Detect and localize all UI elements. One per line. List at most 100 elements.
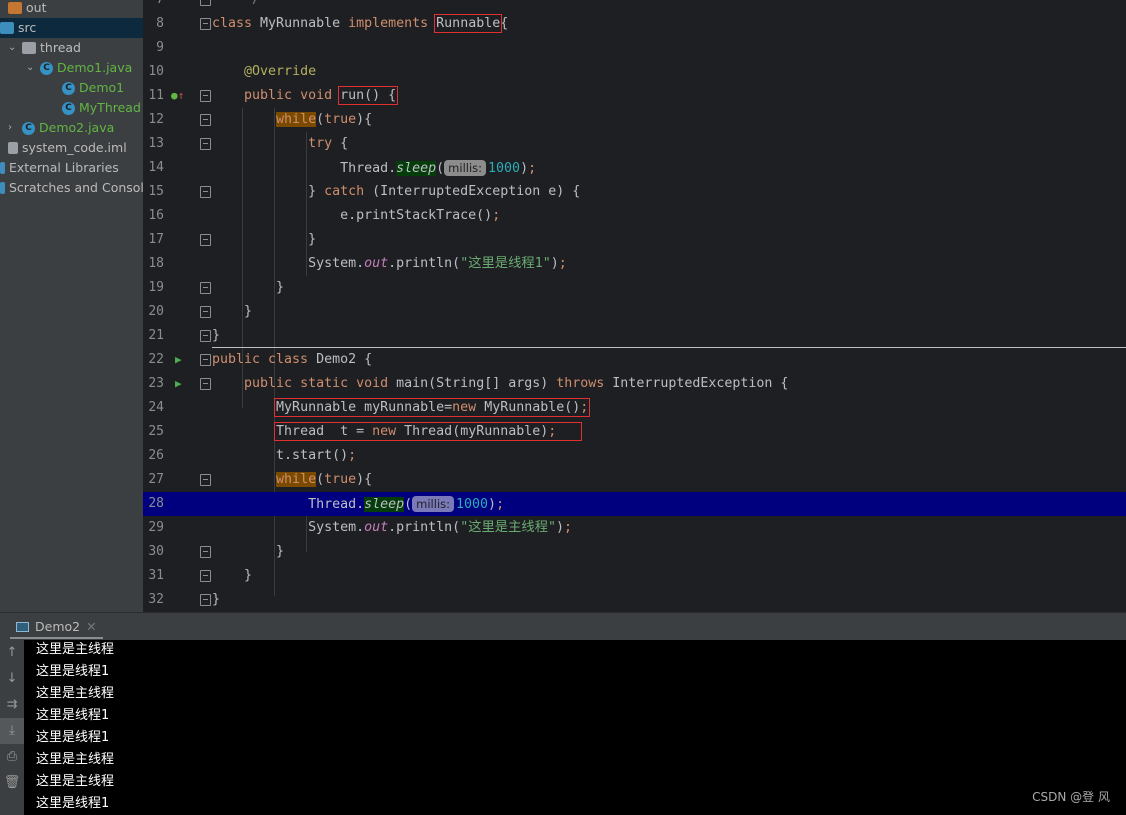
code-line[interactable]: 12 while(true){ bbox=[143, 108, 1126, 132]
up-arrow-icon[interactable]: ↑ bbox=[0, 640, 24, 666]
tree-item-label: Demo2.java bbox=[39, 120, 115, 135]
code-token: Demo2 { bbox=[316, 352, 373, 367]
code-text: class MyRunnable implements Runnable{ bbox=[212, 12, 508, 36]
code-line[interactable]: 16 e.printStackTrace(); bbox=[143, 204, 1126, 228]
code-token: new bbox=[372, 424, 405, 439]
code-editor[interactable]: 7 */ 8 class MyRunnable implements Runnabl… bbox=[143, 0, 1126, 612]
implements-method-icon[interactable]: ●↑ bbox=[171, 84, 184, 108]
fold-marker-icon[interactable] bbox=[200, 474, 211, 486]
chevron-down-icon[interactable]: ⌄ bbox=[26, 58, 40, 78]
code-token: } bbox=[212, 184, 325, 199]
line-number: 21 bbox=[148, 328, 164, 343]
fold-marker-icon[interactable] bbox=[200, 594, 211, 606]
code-line[interactable]: 8 class MyRunnable implements Runnable{ bbox=[143, 12, 1126, 36]
console-line: 这里是主线程 bbox=[36, 642, 115, 657]
code-line[interactable]: 13 try { bbox=[143, 132, 1126, 156]
fold-marker-icon[interactable] bbox=[200, 186, 211, 198]
code-token: ; bbox=[348, 448, 357, 463]
code-token: */ bbox=[212, 0, 260, 7]
tree-item[interactable]: Scratches and Consoles bbox=[0, 178, 143, 198]
close-icon[interactable]: ✕ bbox=[86, 616, 96, 638]
code-token: public static void bbox=[244, 376, 397, 391]
code-line[interactable]: 18 System.out.println("这里是线程1"); bbox=[143, 252, 1126, 276]
code-line[interactable]: 7 */ bbox=[143, 0, 1126, 12]
java-class-icon: C bbox=[40, 61, 53, 75]
tree-item-label: src bbox=[18, 20, 37, 35]
fold-marker-icon[interactable] bbox=[200, 306, 211, 318]
iml-file-icon bbox=[8, 142, 18, 154]
code-line[interactable]: 27 while(true){ bbox=[143, 468, 1126, 492]
code-line[interactable]: 20 } bbox=[143, 300, 1126, 324]
tree-item[interactable]: src bbox=[0, 18, 143, 38]
code-token: t.start() bbox=[212, 448, 349, 463]
chevron-down-icon[interactable]: ⌄ bbox=[8, 38, 22, 58]
fold-marker-icon[interactable] bbox=[200, 114, 211, 126]
tab-label: Demo2 bbox=[35, 619, 81, 634]
console-output[interactable]: 这里是主线程 这里是线程1 这里是主线程 这里是线程1 这里是线程1 这里是主线程 这里是主… bbox=[24, 640, 1126, 815]
fold-marker-icon[interactable] bbox=[200, 546, 211, 558]
code-line[interactable]: 17 } bbox=[143, 228, 1126, 252]
code-line[interactable]: 10 @Override bbox=[143, 60, 1126, 84]
code-token: ) bbox=[550, 256, 559, 271]
fold-marker-icon[interactable] bbox=[200, 138, 211, 150]
tree-item[interactable]: out bbox=[8, 0, 46, 18]
soft-wrap-icon[interactable]: ⇉ bbox=[0, 692, 24, 718]
code-line[interactable]: 32} bbox=[143, 588, 1126, 612]
code-token: ; bbox=[548, 424, 581, 439]
code-text: } bbox=[212, 564, 252, 588]
code-line[interactable]: 28 Thread.sleep(millis: 1000); bbox=[143, 492, 1126, 516]
code-line[interactable]: 24 MyRunnable myRunnable=new MyRunnable(… bbox=[143, 396, 1126, 420]
code-token: ; bbox=[492, 208, 501, 223]
code-line[interactable]: 30 } bbox=[143, 540, 1126, 564]
code-token: { bbox=[500, 16, 509, 31]
code-token: ) bbox=[556, 520, 565, 535]
fold-marker-icon[interactable] bbox=[200, 90, 211, 102]
run-gutter-icon[interactable]: ▶ bbox=[175, 348, 182, 372]
fold-marker-icon[interactable] bbox=[200, 570, 211, 582]
code-token: } bbox=[212, 568, 253, 583]
tree-item-label: Scratches and Consoles bbox=[9, 180, 143, 195]
code-line[interactable]: 29 System.out.println("这里是主线程"); bbox=[143, 516, 1126, 540]
code-line[interactable]: 25 Thread t = new Thread(myRunnable); bbox=[143, 420, 1126, 444]
code-line[interactable]: 21} bbox=[143, 324, 1126, 348]
code-line[interactable]: 9 bbox=[143, 36, 1126, 60]
code-line[interactable]: 14 Thread.sleep(millis: 1000); bbox=[143, 156, 1126, 180]
scroll-to-end-icon[interactable]: ⤓ bbox=[0, 718, 24, 744]
tree-item[interactable]: C MyThread bbox=[62, 98, 141, 118]
fold-marker-icon[interactable] bbox=[200, 354, 211, 366]
trash-icon[interactable]: 🗑 bbox=[0, 770, 24, 796]
java-class-icon: C bbox=[62, 81, 75, 95]
down-arrow-icon[interactable]: ↓ bbox=[0, 666, 24, 692]
tree-item[interactable]: ⌄ thread bbox=[8, 38, 81, 58]
tree-item[interactable]: system_code.iml bbox=[8, 138, 127, 158]
code-line[interactable]: 11 ●↑ public void run() { bbox=[143, 84, 1126, 108]
code-line[interactable]: 19 } bbox=[143, 276, 1126, 300]
print-icon[interactable]: ⎙ bbox=[0, 744, 24, 770]
tree-item[interactable]: External Libraries bbox=[0, 158, 119, 178]
tab-demo2[interactable]: Demo2 ✕ bbox=[10, 617, 103, 639]
fold-marker-icon[interactable] bbox=[200, 18, 211, 30]
code-line[interactable]: 15 } catch (InterruptedException e) { bbox=[143, 180, 1126, 204]
fold-marker-icon[interactable] bbox=[200, 0, 211, 6]
code-line[interactable]: 31 } bbox=[143, 564, 1126, 588]
code-line[interactable]: 26 t.start(); bbox=[143, 444, 1126, 468]
line-number: 19 bbox=[148, 280, 164, 295]
run-gutter-icon[interactable]: ▶ bbox=[175, 372, 182, 396]
code-text: } bbox=[212, 228, 316, 252]
fold-marker-icon[interactable] bbox=[200, 378, 211, 390]
code-token: try bbox=[308, 136, 341, 151]
code-line[interactable]: 22 ▶ public class Demo2 { bbox=[143, 348, 1126, 372]
fold-marker-icon[interactable] bbox=[200, 282, 211, 294]
code-text: */ bbox=[212, 0, 260, 12]
code-token: (InterruptedException e) { bbox=[372, 184, 581, 199]
parameter-hint: millis: bbox=[412, 496, 455, 512]
tree-item[interactable]: ⌄ C Demo1.java bbox=[26, 58, 132, 78]
tree-item[interactable]: › C Demo2.java bbox=[8, 118, 114, 138]
code-token: System. bbox=[212, 256, 365, 271]
chevron-right-icon[interactable]: › bbox=[8, 118, 22, 138]
tree-item[interactable]: C Demo1 bbox=[62, 78, 124, 98]
parameter-hint: millis: bbox=[444, 160, 487, 176]
fold-marker-icon[interactable] bbox=[200, 330, 211, 342]
code-line[interactable]: 23 ▶ public static void main(String[] arg… bbox=[143, 372, 1126, 396]
fold-marker-icon[interactable] bbox=[200, 234, 211, 246]
